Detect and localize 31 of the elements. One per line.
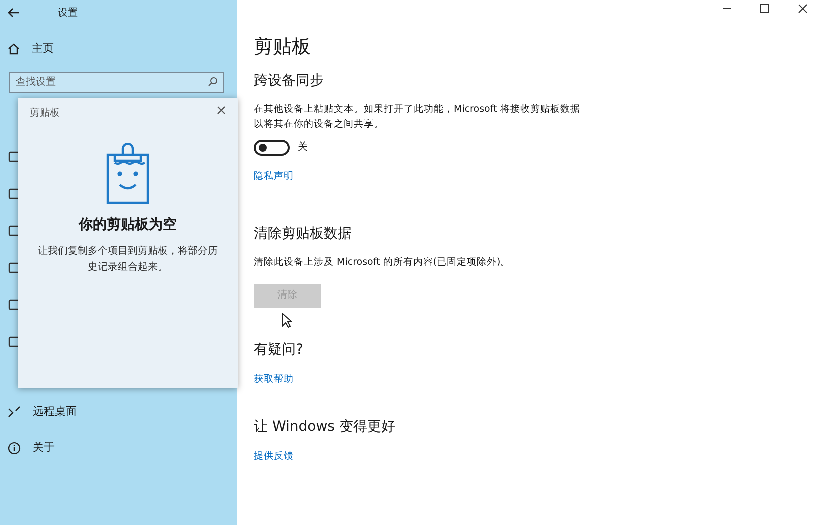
toggle-label: 关	[298, 140, 308, 156]
toggle-switch[interactable]	[254, 140, 290, 156]
page-title: 剪贴板	[254, 36, 312, 59]
section-heading: 清除剪贴板数据	[254, 226, 353, 243]
maximize-icon[interactable]	[760, 4, 770, 14]
close-icon[interactable]	[798, 4, 808, 14]
sidebar-item[interactable]: 远程桌面	[0, 397, 85, 427]
cursor-icon	[282, 313, 292, 328]
section-text: 在其他设备上粘贴文本。如果打开了此功能，Microsoft 将接收剪贴板数据以将其在你的设备之间共享。	[254, 102, 582, 132]
section-text: 清除此设备上涉及 Microsoft 的所有内容(已固定项除外)。	[254, 256, 512, 270]
empty-heading: 你的剪贴板为空	[79, 216, 177, 235]
info-icon	[8, 442, 21, 454]
back-arrow-icon	[8, 8, 20, 18]
section-heading: 让 Windows 变得更好	[254, 418, 396, 436]
clipboard-face-icon	[105, 143, 151, 205]
link[interactable]: 获取帮助	[254, 372, 294, 387]
section-heading: 跨设备同步	[254, 72, 325, 90]
search-icon	[208, 77, 218, 87]
remote-desktop-icon	[8, 406, 21, 418]
link[interactable]: 隐私声明	[254, 170, 294, 184]
home-link[interactable]: 主页	[0, 34, 62, 64]
home-icon	[8, 43, 20, 55]
search-field[interactable]: 查找设置	[9, 72, 224, 93]
panel-title: 剪贴板	[30, 106, 60, 121]
window-title: 设置	[58, 6, 78, 20]
empty-message: 让我们复制多个项目到剪贴板，将部分历史记录组合起来。	[37, 244, 219, 274]
section-heading: 有疑问?	[254, 342, 304, 359]
link[interactable]: 提供反馈	[254, 450, 294, 464]
sidebar-item[interactable]: 关于	[0, 433, 63, 463]
close-icon	[217, 106, 226, 115]
close-button[interactable]	[217, 106, 226, 115]
